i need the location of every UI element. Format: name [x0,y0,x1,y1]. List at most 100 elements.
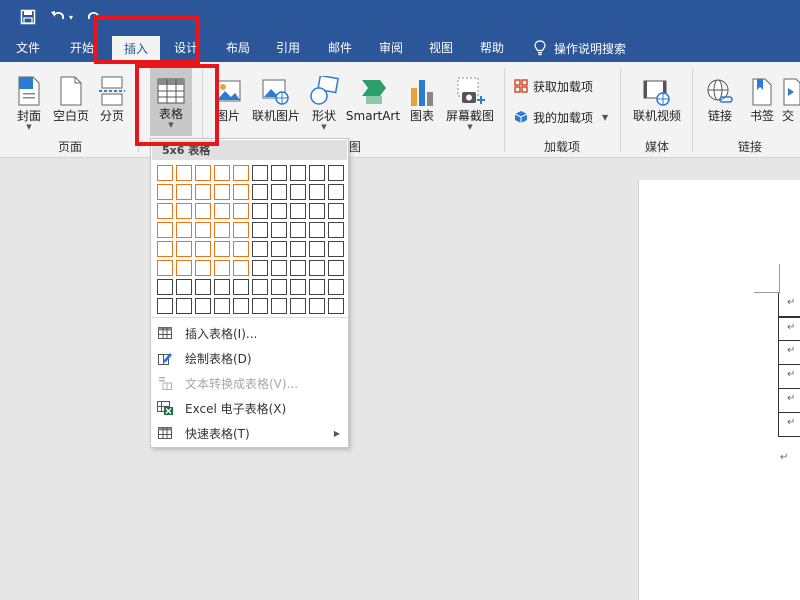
table-grid-cell[interactable] [157,165,173,181]
table-grid-cell[interactable] [233,165,249,181]
table-grid-cell[interactable] [309,203,325,219]
table-grid-cell[interactable] [195,165,211,181]
table-grid-cell[interactable] [214,279,230,295]
table-grid-cell[interactable] [290,184,306,200]
table-grid-cell[interactable] [309,222,325,238]
shapes-button[interactable]: 形状 ▼ [306,66,342,136]
table-grid-cell[interactable] [233,184,249,200]
draw-table-menu-item[interactable]: 绘制表格(D) [152,346,348,370]
table-grid-cell[interactable] [195,279,211,295]
table-grid-cell[interactable] [157,279,173,295]
table-grid-cell[interactable] [157,298,173,314]
table-grid-cell[interactable] [233,298,249,314]
page-break-button[interactable]: 分页 [94,66,130,136]
table-grid-cell[interactable] [176,298,192,314]
smartart-button[interactable]: SmartArt [344,66,402,136]
table-row[interactable]: ↵ [778,341,800,365]
undo-icon[interactable] [50,6,66,28]
tab-help[interactable]: 帮助 [472,34,512,62]
table-grid-cell[interactable] [157,203,173,219]
table-grid-cell[interactable] [195,260,211,276]
quick-tables-menu-item[interactable]: 快速表格(T) ▶ [152,421,348,445]
tab-view[interactable]: 视图 [421,34,461,62]
table-grid-cell[interactable] [271,241,287,257]
table-grid-cell[interactable] [195,298,211,314]
table-grid-cell[interactable] [328,260,344,276]
table-grid-cell[interactable] [271,222,287,238]
tab-file[interactable]: 文件 [8,34,48,62]
table-grid-cell[interactable] [195,184,211,200]
cross-reference-button[interactable]: 交 [782,66,800,136]
table-grid-cell[interactable] [195,241,211,257]
table-grid-cell[interactable] [309,279,325,295]
undo-dropdown-icon[interactable]: ▾ [69,6,73,28]
table-grid-cell[interactable] [328,222,344,238]
tab-review[interactable]: 审阅 [371,34,411,62]
save-icon[interactable] [20,6,36,28]
table-grid-cell[interactable] [309,165,325,181]
table-grid-cell[interactable] [290,260,306,276]
table-grid-cell[interactable] [252,298,268,314]
table-grid-cell[interactable] [233,241,249,257]
tell-me-search[interactable]: 操作说明搜索 [534,34,626,62]
table-grid-cell[interactable] [176,203,192,219]
table-grid-cell[interactable] [233,222,249,238]
table-grid-cell[interactable] [290,298,306,314]
table-row[interactable]: ↵ [778,317,800,341]
insert-table-menu-item[interactable]: 插入表格(I)... [152,321,348,345]
table-grid-cell[interactable] [271,279,287,295]
table-grid-cell[interactable] [214,203,230,219]
table-grid-cell[interactable] [328,298,344,314]
link-button[interactable]: 链接 [700,66,740,136]
table-grid-cell[interactable] [176,260,192,276]
table-grid-cell[interactable] [328,184,344,200]
table-row[interactable]: ↵ [778,389,800,413]
table-grid-cell[interactable] [271,260,287,276]
table-grid-cell[interactable] [328,241,344,257]
table-grid-cell[interactable] [214,298,230,314]
excel-spreadsheet-menu-item[interactable]: Excel 电子表格(X) [152,396,348,420]
table-grid-cell[interactable] [176,279,192,295]
table-grid-cell[interactable] [252,279,268,295]
table-grid-cell[interactable] [214,260,230,276]
table-grid-cell[interactable] [309,298,325,314]
table-grid-cell[interactable] [290,279,306,295]
chart-button[interactable]: 图表 [406,66,438,136]
table-row[interactable]: ↵ [778,293,800,317]
table-grid-cell[interactable] [290,241,306,257]
table-grid-cell[interactable] [328,203,344,219]
table-grid-cell[interactable] [328,165,344,181]
screenshot-button[interactable]: 屏幕截图 ▼ [442,66,498,136]
table-grid-cell[interactable] [252,222,268,238]
cover-page-button[interactable]: 封面 ▼ [8,66,50,136]
bookmark-button[interactable]: 书签 [746,66,778,136]
table-grid-cell[interactable] [157,184,173,200]
table-grid-cell[interactable] [157,222,173,238]
table-grid-cell[interactable] [214,184,230,200]
online-picture-button[interactable]: 联机图片 [250,66,302,136]
table-row[interactable]: ↵ [778,413,800,437]
table-grid-cell[interactable] [271,184,287,200]
table-grid-cell[interactable] [290,165,306,181]
table-row[interactable]: ↵ [778,365,800,389]
table-grid-cell[interactable] [271,203,287,219]
table-grid-cell[interactable] [252,165,268,181]
table-grid-cell[interactable] [290,222,306,238]
table-grid-cell[interactable] [271,298,287,314]
tab-mailings[interactable]: 邮件 [320,34,360,62]
my-addins-button[interactable]: 我的加载项 ▼ [514,106,608,128]
table-grid-cell[interactable] [252,203,268,219]
table-grid-cell[interactable] [157,260,173,276]
table-grid-cell[interactable] [252,184,268,200]
table-grid-cell[interactable] [328,279,344,295]
table-grid-cell[interactable] [214,165,230,181]
table-grid-cell[interactable] [252,241,268,257]
table-grid-cell[interactable] [176,241,192,257]
table-grid-cell[interactable] [214,241,230,257]
table-grid-cell[interactable] [290,203,306,219]
blank-page-button[interactable]: 空白页 [50,66,92,136]
table-grid-cell[interactable] [195,203,211,219]
table-grid-cell[interactable] [252,260,268,276]
online-video-button[interactable]: 联机视频 [630,66,684,136]
tab-layout[interactable]: 布局 [218,34,258,62]
